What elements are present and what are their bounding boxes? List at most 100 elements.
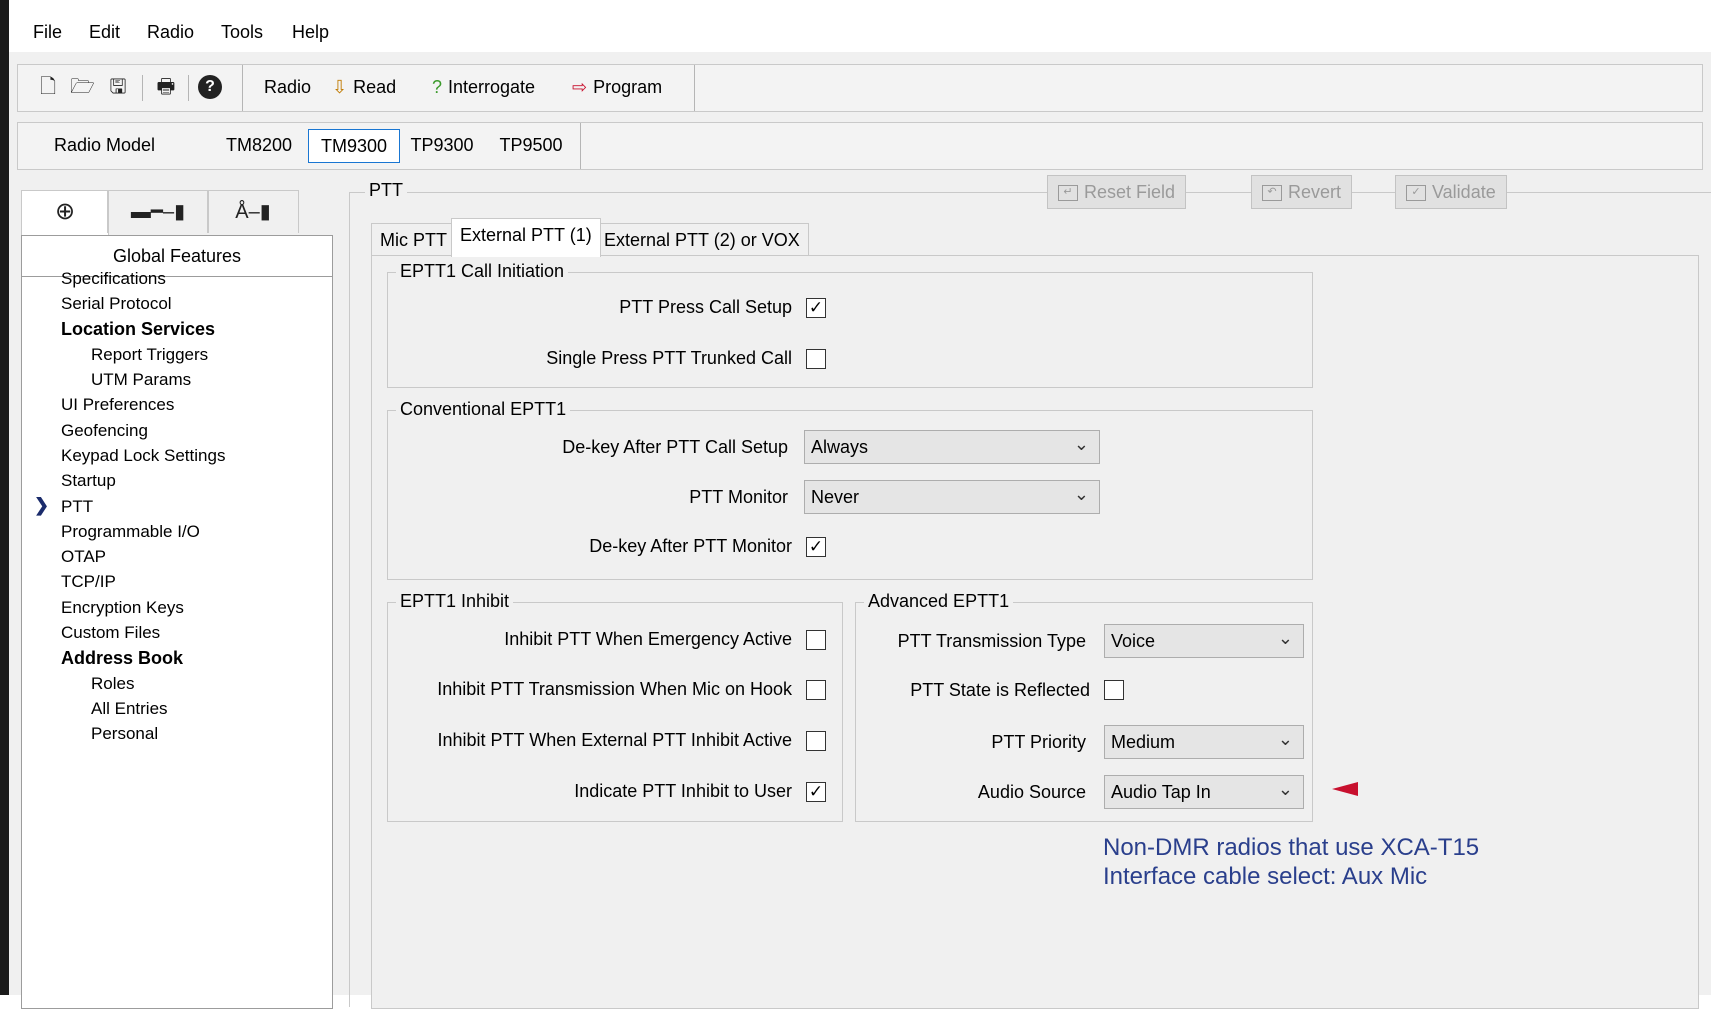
globe-icon[interactable]: ⊕	[21, 190, 109, 238]
revert-icon: ↶	[1262, 185, 1282, 202]
print-icon[interactable]: 🖶	[154, 75, 178, 99]
dekey-after-ptt-monitor-checkbox[interactable]: ✓	[806, 537, 826, 557]
tab-external-ptt-2-or-vox[interactable]: External PTT (2) or VOX	[595, 223, 809, 256]
interrogate-button[interactable]: ? Interrogate	[432, 75, 535, 99]
group-title: Advanced EPTT1	[864, 591, 1014, 612]
single-press-ptt-trunked-call-label: Single Press PTT Trunked Call	[546, 348, 792, 368]
nav-item-startup[interactable]: Startup	[61, 471, 116, 491]
ptt-press-call-setup-label: PTT Press Call Setup	[619, 297, 792, 317]
validate-button[interactable]: ✓ Validate	[1395, 175, 1507, 209]
chevron-down-icon: ⌄	[1277, 779, 1293, 799]
nav-item-all-entries[interactable]: All Entries	[91, 699, 168, 719]
ptt-transmission-type-label: PTT Transmission Type	[897, 631, 1086, 651]
menu-help[interactable]: Help	[292, 22, 329, 43]
dekey-after-ptt-call-setup-label: De-key After PTT Call Setup	[562, 437, 788, 457]
menu-tools[interactable]: Tools	[221, 22, 263, 43]
menu-edit[interactable]: Edit	[89, 22, 120, 43]
nav-item-location-services[interactable]: Location Services	[61, 319, 215, 340]
toolbar-separator	[694, 65, 695, 111]
inhibit-ptt-mic-on-hook-label: Inhibit PTT Transmission When Mic on Hoo…	[437, 679, 792, 699]
nav-item-otap[interactable]: OTAP	[61, 547, 106, 567]
app-window: File Edit Radio Tools Help 🗋 🗁 🖫 🖶 ? Rad…	[9, 12, 1711, 1009]
dekey-after-ptt-call-setup-dropdown[interactable]: Always ⌄	[804, 430, 1100, 464]
nav-item-roles[interactable]: Roles	[91, 674, 134, 694]
ptt-press-call-setup-checkbox[interactable]: ✓	[806, 298, 826, 318]
open-icon[interactable]: 🗁	[70, 75, 95, 99]
menu-radio[interactable]: Radio	[147, 22, 194, 43]
revert-label: Revert	[1288, 182, 1342, 202]
toolbar-separator	[188, 75, 189, 101]
nav-item-report-triggers[interactable]: Report Triggers	[91, 345, 208, 365]
nav-tree-panel: Global Features Specifications Serial Pr…	[21, 235, 333, 1009]
nav-item-keypad-lock-settings[interactable]: Keypad Lock Settings	[61, 446, 225, 466]
read-label: Read	[353, 77, 397, 97]
model-tab-tp9300[interactable]: TP9300	[404, 129, 480, 161]
dropdown-value: Medium	[1111, 732, 1176, 752]
toolbar-separator	[580, 123, 581, 169]
dropdown-value: Never	[811, 487, 860, 507]
inhibit-ptt-emergency-checkbox[interactable]	[806, 630, 826, 650]
radio-label: Radio	[264, 77, 312, 97]
audio-source-dropdown[interactable]: Audio Tap In ⌄	[1104, 775, 1304, 809]
validate-icon: ✓	[1406, 185, 1426, 202]
indicate-ptt-inhibit-label: Indicate PTT Inhibit to User	[574, 781, 792, 801]
dropdown-value: Voice	[1111, 631, 1156, 651]
inhibit-ptt-external-inhibit-checkbox[interactable]	[806, 731, 826, 751]
revert-button[interactable]: ↶ Revert	[1251, 175, 1353, 209]
nav-item-serial-protocol[interactable]: Serial Protocol	[61, 294, 172, 314]
chevron-down-icon: ⌄	[1277, 729, 1293, 749]
toolbar-separator	[242, 65, 243, 111]
annotation-line-2: Interface cable select: Aux Mic	[1103, 863, 1428, 890]
ptt-monitor-dropdown[interactable]: Never ⌄	[804, 480, 1100, 514]
indicate-ptt-inhibit-checkbox[interactable]: ✓	[806, 782, 826, 802]
nav-icon-tabs: ⊕ ▬━–▮ Å–▮	[21, 190, 311, 238]
tab-content: EPTT1 Call Initiation PTT Press Call Set…	[371, 255, 1699, 1009]
annotation-line-1: Non-DMR radios that use XCA-T15	[1103, 834, 1480, 861]
ptt-priority-dropdown[interactable]: Medium ⌄	[1104, 725, 1304, 759]
frame-border	[349, 192, 350, 1007]
ptt-transmission-type-dropdown[interactable]: Voice ⌄	[1104, 624, 1304, 658]
ptt-state-is-reflected-checkbox[interactable]	[1104, 680, 1124, 700]
nav-item-ptt[interactable]: PTT	[61, 497, 93, 517]
radio-model-label: Radio Model	[54, 135, 156, 155]
tab-external-ptt-1[interactable]: External PTT (1)	[451, 218, 601, 257]
reset-field-button[interactable]: ↵ Reset Field	[1047, 175, 1187, 209]
accessory-icon[interactable]: ▬━–▮	[107, 190, 209, 233]
nav-item-programmable-io[interactable]: Programmable I/O	[61, 522, 200, 542]
menu-file[interactable]: File	[33, 22, 62, 43]
program-icon: ⇨	[572, 77, 588, 97]
read-icon: ⇩	[332, 77, 348, 97]
read-button[interactable]: ⇩ Read	[332, 75, 396, 99]
ptt-priority-label: PTT Priority	[991, 732, 1086, 752]
inhibit-ptt-external-inhibit-label: Inhibit PTT When External PTT Inhibit Ac…	[437, 730, 793, 750]
inhibit-ptt-emergency-label: Inhibit PTT When Emergency Active	[504, 629, 792, 649]
menu-bar: File Edit Radio Tools Help	[9, 12, 1711, 52]
new-file-icon[interactable]: 🗋	[36, 75, 60, 99]
nav-item-address-book[interactable]: Address Book	[61, 648, 183, 669]
save-icon[interactable]: 🖫	[106, 75, 130, 99]
nav-item-personal[interactable]: Personal	[91, 724, 158, 744]
group-title: EPTT1 Inhibit	[396, 591, 514, 612]
help-icon[interactable]: ?	[198, 75, 222, 99]
model-tab-tm9300[interactable]: TM9300	[308, 129, 400, 163]
single-press-ptt-trunked-call-checkbox[interactable]	[806, 349, 826, 369]
nav-item-tcp-ip[interactable]: TCP/IP	[61, 572, 116, 592]
inhibit-ptt-mic-on-hook-checkbox[interactable]	[806, 680, 826, 700]
program-button[interactable]: ⇨ Program	[572, 75, 662, 99]
annotation-note: Non-DMR radios that use XCA-T15 Interfac…	[1103, 833, 1479, 891]
nav-item-ui-preferences[interactable]: UI Preferences	[61, 395, 174, 415]
antenna-icon[interactable]: Å–▮	[207, 190, 299, 233]
nav-item-custom-files[interactable]: Custom Files	[61, 623, 160, 643]
group-conventional-eptt1: Conventional EPTT1 De-key After PTT Call…	[387, 399, 1313, 580]
nav-item-specifications[interactable]: Specifications	[61, 269, 166, 289]
dropdown-value: Always	[811, 437, 869, 457]
model-tab-tp9500[interactable]: TP9500	[492, 129, 570, 161]
tab-mic-ptt[interactable]: Mic PTT	[371, 223, 456, 256]
ptt-title: PTT	[365, 180, 407, 201]
nav-item-encryption-keys[interactable]: Encryption Keys	[61, 598, 184, 618]
chevron-right-icon: ❯	[34, 495, 50, 515]
model-tab-tm8200[interactable]: TM8200	[216, 129, 302, 161]
nav-item-utm-params[interactable]: UTM Params	[91, 370, 191, 390]
nav-item-geofencing[interactable]: Geofencing	[61, 421, 148, 441]
ptt-state-is-reflected-label: PTT State is Reflected	[910, 680, 1090, 700]
